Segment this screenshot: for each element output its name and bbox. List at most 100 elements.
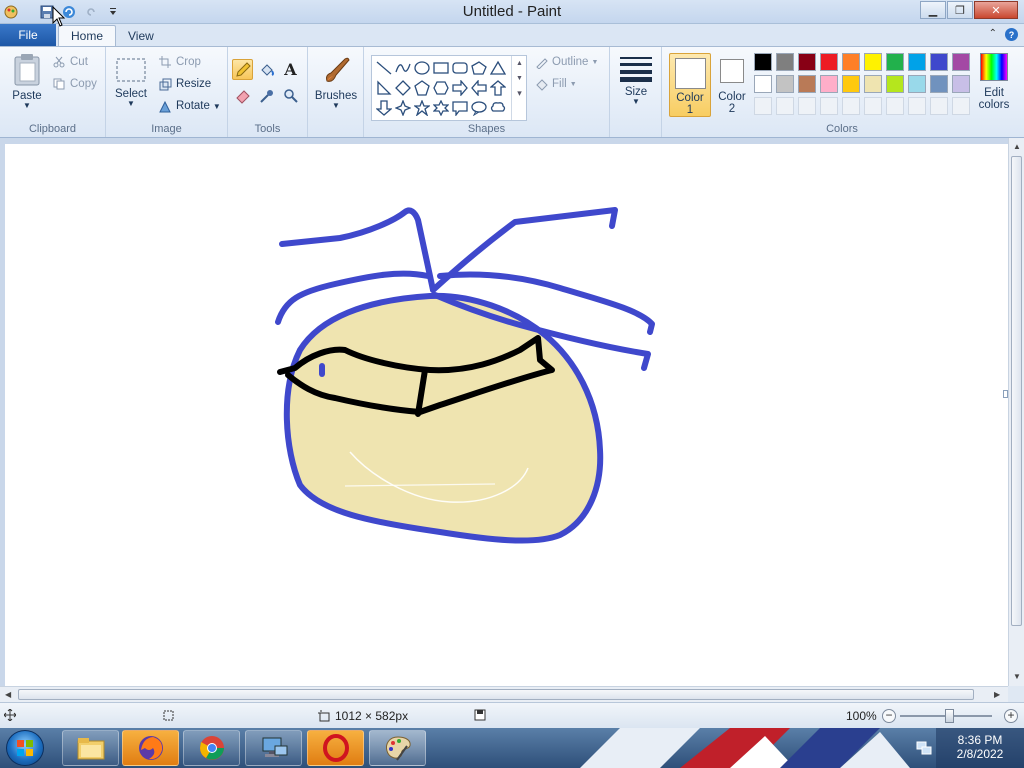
crop-button[interactable]: Crop	[158, 55, 201, 69]
select-button[interactable]: Select ▼	[114, 55, 148, 108]
selection-size-icon	[162, 709, 175, 722]
more-shapes-icon[interactable]: ▾	[512, 88, 527, 99]
paste-button[interactable]: Paste ▼	[8, 53, 46, 110]
six-point-star-shape[interactable]	[431, 98, 450, 117]
rotate-button[interactable]: Rotate ▼	[158, 99, 221, 113]
select-rectangle-icon	[116, 58, 146, 82]
down-arrow-shape[interactable]	[374, 98, 393, 117]
size-button[interactable]: Size ▼	[616, 55, 656, 106]
zoom-out-button[interactable]: −	[882, 709, 896, 723]
text-icon: A	[284, 60, 297, 79]
cut-button[interactable]: Cut	[52, 55, 88, 69]
taskbar-file-explorer[interactable]	[62, 730, 119, 766]
size-dropdown-icon: ▼	[632, 97, 640, 106]
five-point-star-shape[interactable]	[412, 98, 431, 117]
windows-logo-icon	[17, 740, 33, 756]
taskbar-chrome[interactable]	[183, 730, 240, 766]
taskbar-paint[interactable]	[369, 730, 426, 766]
drawing-canvas[interactable]	[5, 144, 1008, 686]
zoom-level: 100%	[846, 709, 877, 723]
scroll-down-icon[interactable]: ▼	[512, 75, 527, 82]
fill-tool[interactable]	[256, 59, 277, 80]
fill-button[interactable]: Fill ▼	[534, 77, 577, 91]
outline-button[interactable]: Outline ▼	[534, 55, 598, 69]
oval-callout-shape[interactable]	[469, 98, 488, 117]
diamond-shape[interactable]	[393, 78, 412, 97]
ribbon: Paste ▼ Cut Copy Clipboard Select ▼ Crop…	[0, 46, 1024, 138]
image-group: Select ▼ Crop Resize Rotate ▼ Image	[106, 47, 228, 137]
network-tray-icon[interactable]	[916, 740, 932, 759]
tab-view[interactable]: View	[116, 25, 166, 46]
scroll-right-arrow-icon[interactable]: ▶	[994, 690, 1000, 699]
zoom-slider-thumb[interactable]	[945, 709, 954, 723]
scroll-left-arrow-icon[interactable]: ◀	[5, 690, 11, 699]
taskbar-opera[interactable]	[307, 730, 364, 766]
start-button[interactable]	[6, 730, 44, 766]
cloud-callout-shape[interactable]	[488, 98, 507, 117]
scissors-icon	[52, 55, 66, 69]
minimize-ribbon-icon[interactable]: ⌃	[989, 28, 997, 41]
brushes-dropdown-icon: ▼	[332, 101, 340, 110]
four-point-star-shape[interactable]	[393, 98, 412, 117]
rotate-icon	[158, 99, 172, 113]
outline-label: Outline	[552, 56, 589, 68]
polygon-shape[interactable]	[469, 58, 488, 77]
horizontal-scrollbar[interactable]: ◀ ▶	[0, 686, 1008, 702]
magnifier-tool[interactable]	[280, 85, 301, 106]
scroll-up-arrow-icon[interactable]: ▲	[1013, 142, 1021, 151]
rectangle-shape[interactable]	[431, 58, 450, 77]
brush-icon	[326, 57, 350, 82]
help-icon[interactable]: ?	[1005, 28, 1018, 41]
copy-icon	[52, 77, 66, 91]
right-arrow-shape[interactable]	[450, 78, 469, 97]
resize-icon	[158, 77, 172, 91]
eraser-tool[interactable]	[232, 85, 253, 106]
select-dropdown-icon: ▼	[127, 99, 135, 108]
fill-label: Fill	[552, 78, 567, 90]
pencil-tool[interactable]	[232, 59, 253, 80]
clock-date: 2/8/2022	[956, 747, 1004, 761]
folder-icon	[77, 738, 104, 760]
text-tool[interactable]: A	[280, 59, 301, 80]
taskbar-network-computer[interactable]	[245, 730, 302, 766]
curve-shape[interactable]	[393, 58, 412, 77]
hexagon-shape[interactable]	[431, 78, 450, 97]
resize-button[interactable]: Resize	[158, 77, 211, 91]
eraser-icon	[235, 89, 250, 104]
size-group: Size ▼	[610, 47, 662, 137]
triangle-shape[interactable]	[488, 58, 507, 77]
eyedropper-icon	[259, 89, 273, 103]
up-arrow-shape[interactable]	[488, 78, 507, 97]
scroll-up-icon[interactable]: ▲	[512, 60, 527, 67]
maximize-button[interactable]: ❐	[947, 1, 973, 19]
vertical-scroll-thumb[interactable]	[1011, 156, 1022, 626]
rectangle-callout-shape[interactable]	[450, 98, 469, 117]
left-arrow-shape[interactable]	[469, 78, 488, 97]
vertical-scrollbar[interactable]: ▲ ▼	[1008, 138, 1024, 686]
ribbon-tabs: File Home View ⌃ ?	[0, 24, 1024, 46]
line-shape[interactable]	[374, 58, 393, 77]
file-size-icon	[474, 709, 486, 721]
rounded-rectangle-shape[interactable]	[450, 58, 469, 77]
oval-shape[interactable]	[412, 58, 431, 77]
zoom-in-button[interactable]: +	[1004, 709, 1018, 723]
color-picker-tool[interactable]	[256, 85, 277, 106]
copy-button[interactable]: Copy	[52, 77, 97, 91]
fill-icon	[534, 77, 548, 91]
right-triangle-shape[interactable]	[374, 78, 393, 97]
clipboard-group-label: Clipboard	[28, 123, 77, 135]
work-area	[0, 138, 1008, 686]
close-button[interactable]: ✕	[974, 1, 1018, 19]
brushes-button[interactable]: Brushes ▼	[314, 53, 358, 110]
shapes-gallery: ▲ ▼ ▾	[371, 55, 527, 121]
taskbar-firefox[interactable]	[122, 730, 179, 766]
tab-file[interactable]: File	[0, 24, 56, 46]
taskbar-clock[interactable]: 8:36 PM 2/8/2022	[936, 728, 1024, 768]
title-bar: Untitled - Paint ▁ ❐ ✕	[0, 0, 1024, 24]
shapes-scroll[interactable]: ▲ ▼ ▾	[511, 56, 527, 120]
pentagon-shape[interactable]	[412, 78, 431, 97]
scroll-down-arrow-icon[interactable]: ▼	[1013, 672, 1021, 681]
minimize-button[interactable]: ▁	[920, 1, 946, 19]
tab-home[interactable]: Home	[58, 25, 117, 46]
horizontal-scroll-thumb[interactable]	[18, 689, 974, 700]
